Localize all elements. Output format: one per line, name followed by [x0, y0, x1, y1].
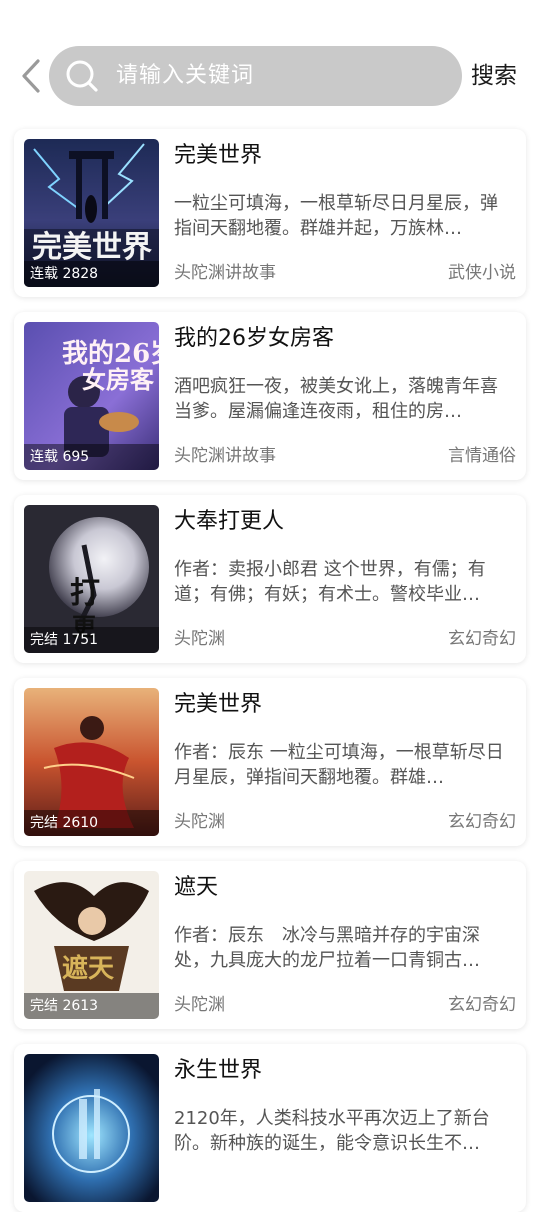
book-category: 言情通俗: [448, 446, 516, 466]
back-chevron-icon[interactable]: [16, 58, 46, 94]
book-title: 完美世界: [174, 692, 263, 717]
book-title: 遮天: [174, 875, 219, 900]
book-cover-image: 打 更 完结 1751: [24, 505, 159, 653]
book-card[interactable]: 我的26岁 女房客 连载 695 我的26岁女房客 酒吧疯狂一夜，被美女讹上，落…: [14, 312, 526, 480]
status-badge: 完结 2610: [24, 810, 159, 836]
book-cover-image: [24, 1054, 159, 1202]
search-button[interactable]: 搜索: [471, 58, 517, 94]
book-description: 2120年，人类科技水平再次迈上了新台阶。新种族的诞生，能令意识长生不…: [174, 1108, 490, 1154]
book-author: 头陀渊讲故事: [174, 446, 276, 466]
book-author: 头陀渊: [174, 995, 225, 1015]
book-description: 酒吧疯狂一夜，被美女讹上，落魄青年喜当爹。屋漏偏逢连夜雨，租住的房…: [174, 376, 498, 422]
search-input[interactable]: 请输入关键词: [49, 46, 462, 106]
status-badge: 连载 2828: [24, 261, 159, 287]
book-description: 作者：辰东 冰冷与黑暗并存的宇宙深处，九具庞大的龙尸拉着一口青铜古…: [174, 925, 480, 971]
svg-text:打: 打: [70, 576, 100, 611]
book-card[interactable]: 完结 2610 完美世界 作者：辰东 一粒尘可填海，一根草斩尽日月星辰，弹指间天…: [14, 678, 526, 846]
status-badge: 连载 695: [24, 444, 159, 470]
book-category: 武侠小说: [448, 263, 516, 283]
book-title: 大奉打更人: [174, 509, 285, 534]
search-icon: [65, 59, 99, 93]
svg-text:遮天: 遮天: [62, 953, 114, 984]
book-card[interactable]: 永生世界 2120年，人类科技水平再次迈上了新台阶。新种族的诞生，能令意识长生不…: [14, 1044, 526, 1212]
book-description: 作者：卖报小郎君 这个世界，有儒；有道；有佛；有妖；有术士。警校毕业…: [174, 559, 486, 605]
book-author: 头陀渊: [174, 812, 225, 832]
search-placeholder: 请输入关键词: [116, 63, 255, 88]
svg-text:完美世界: 完美世界: [32, 230, 152, 265]
svg-text:女房客: 女房客: [82, 365, 155, 394]
top-bar: 请输入关键词 搜索: [0, 0, 540, 122]
book-category: 玄幻奇幻: [448, 995, 516, 1015]
book-card[interactable]: 打 更 完结 1751 大奉打更人 作者：卖报小郎君 这个世界，有儒；有道；有佛…: [14, 495, 526, 663]
book-title: 完美世界: [174, 143, 263, 168]
book-cover-image: 我的26岁 女房客 连载 695: [24, 322, 159, 470]
status-badge: 完结 2613: [24, 993, 159, 1019]
book-category: 玄幻奇幻: [448, 812, 516, 832]
book-cover-image: 完结 2610: [24, 688, 159, 836]
book-author: 头陀渊讲故事: [174, 263, 276, 283]
book-author: 头陀渊: [174, 629, 225, 649]
book-category: 玄幻奇幻: [448, 629, 516, 649]
book-title: 我的26岁女房客: [174, 326, 334, 351]
status-badge: 完结 1751: [24, 627, 159, 653]
book-card[interactable]: 遮天 完结 2613 遮天 作者：辰东 冰冷与黑暗并存的宇宙深处，九具庞大的龙尸…: [14, 861, 526, 1029]
book-description: 作者：辰东 一粒尘可填海，一根草斩尽日月星辰，弹指间天翻地覆。群雄…: [174, 742, 504, 788]
book-cover-image: 遮天 完结 2613: [24, 871, 159, 1019]
book-cover-image: 完美世界 连载 2828: [24, 139, 159, 287]
book-title: 永生世界: [174, 1058, 263, 1083]
book-card[interactable]: 完美世界 连载 2828 完美世界 一粒尘可填海，一根草斩尽日月星辰，弹指间天翻…: [14, 129, 526, 297]
book-description: 一粒尘可填海，一根草斩尽日月星辰，弹指间天翻地覆。群雄并起，万族林…: [174, 193, 498, 239]
